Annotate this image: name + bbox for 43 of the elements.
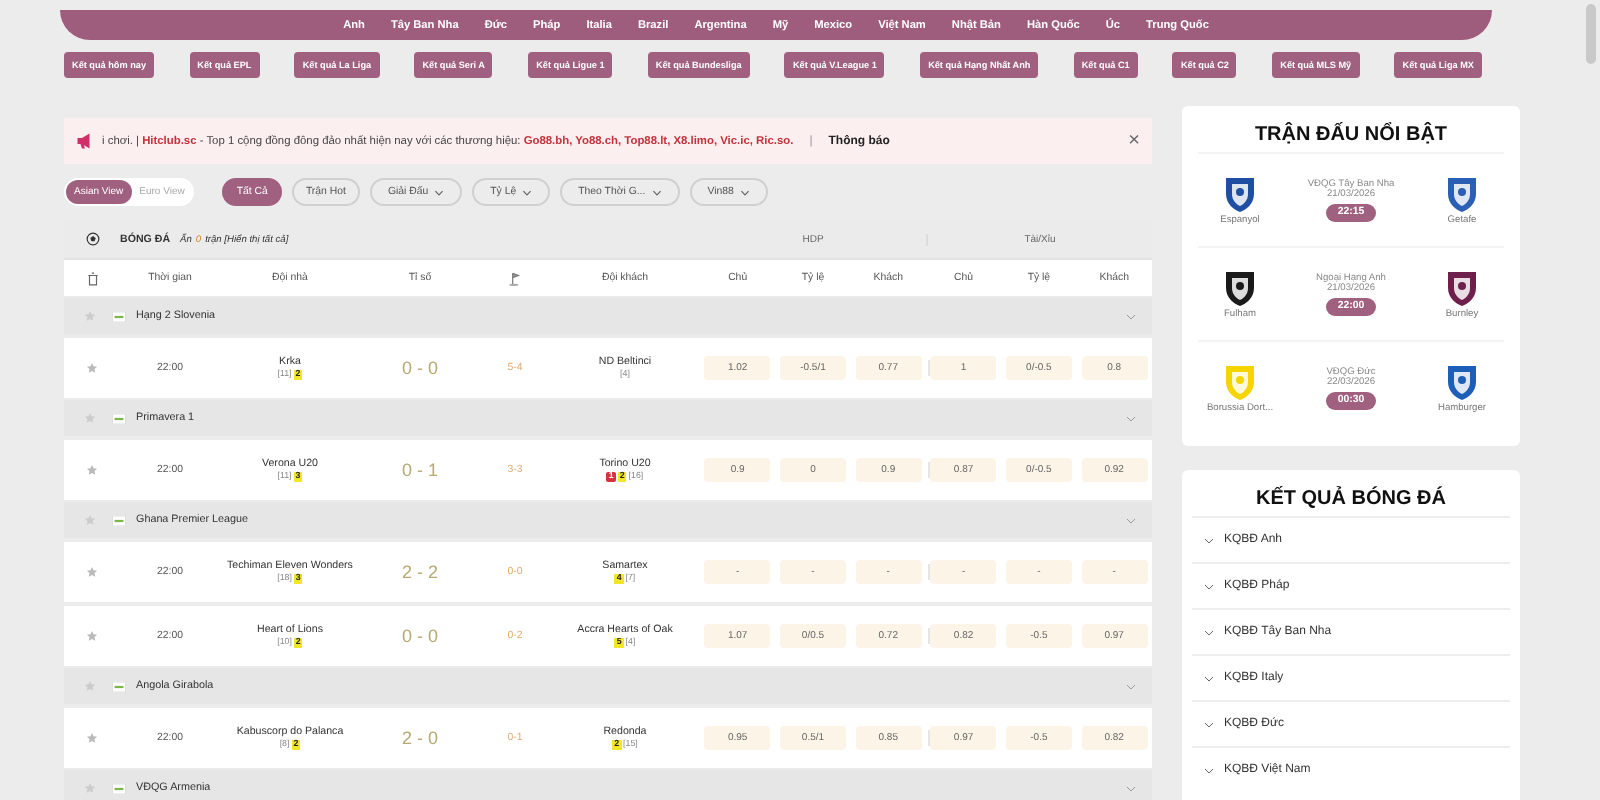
- chevron-down-icon: [1204, 583, 1214, 589]
- match-score: 0 - 0: [401, 358, 438, 378]
- star-icon[interactable]: [84, 680, 96, 692]
- chevron-down-icon: [1204, 767, 1214, 773]
- star-icon[interactable]: [84, 782, 96, 794]
- chevron-down-icon[interactable]: [1126, 683, 1136, 689]
- star-icon[interactable]: [86, 732, 98, 744]
- chevron-down-icon[interactable]: [1126, 415, 1136, 421]
- chevron-down-icon: [1204, 629, 1214, 635]
- flag-icon: [112, 311, 126, 321]
- star-icon[interactable]: [84, 412, 96, 424]
- chevron-down-icon[interactable]: [1126, 313, 1136, 319]
- chevron-down-icon[interactable]: [1126, 785, 1136, 791]
- match-score: 0 - 0: [401, 626, 438, 646]
- star-icon[interactable]: [86, 630, 98, 642]
- card-title: TRẬN ĐẤU NỔI BẬT: [1252, 124, 1450, 146]
- flag-icon: [112, 681, 126, 691]
- caret-icon: [651, 189, 662, 195]
- chevron-down-icon: [1204, 675, 1214, 681]
- chevron-down-icon: [1204, 537, 1214, 543]
- chevron-down-icon[interactable]: [1126, 517, 1136, 523]
- caret-icon: [739, 189, 750, 195]
- flag-icon: [112, 783, 126, 793]
- star-icon[interactable]: [86, 464, 98, 476]
- scrollbar[interactable]: [1586, 4, 1596, 64]
- megaphone-icon: [76, 132, 94, 150]
- soccer-ball-icon: [85, 232, 99, 246]
- corner-flag-icon: [508, 271, 522, 285]
- star-icon[interactable]: [86, 566, 98, 578]
- flag-icon: [112, 413, 126, 423]
- trash-icon[interactable]: [85, 271, 99, 285]
- close-button[interactable]: ×: [1128, 131, 1140, 151]
- flag-icon: [112, 515, 126, 525]
- caret-icon: [522, 189, 533, 195]
- card-title: KẾT QUẢ BÓNG ĐÁ: [1254, 488, 1448, 510]
- match-score: 0 - 1: [401, 460, 438, 480]
- match-score: 2 - 0: [401, 728, 438, 748]
- star-icon[interactable]: [86, 362, 98, 374]
- match-score: 2 - 2: [401, 562, 438, 582]
- chevron-down-icon: [1204, 721, 1214, 727]
- star-icon[interactable]: [84, 514, 96, 526]
- caret-icon: [434, 189, 445, 195]
- star-icon[interactable]: [84, 310, 96, 322]
